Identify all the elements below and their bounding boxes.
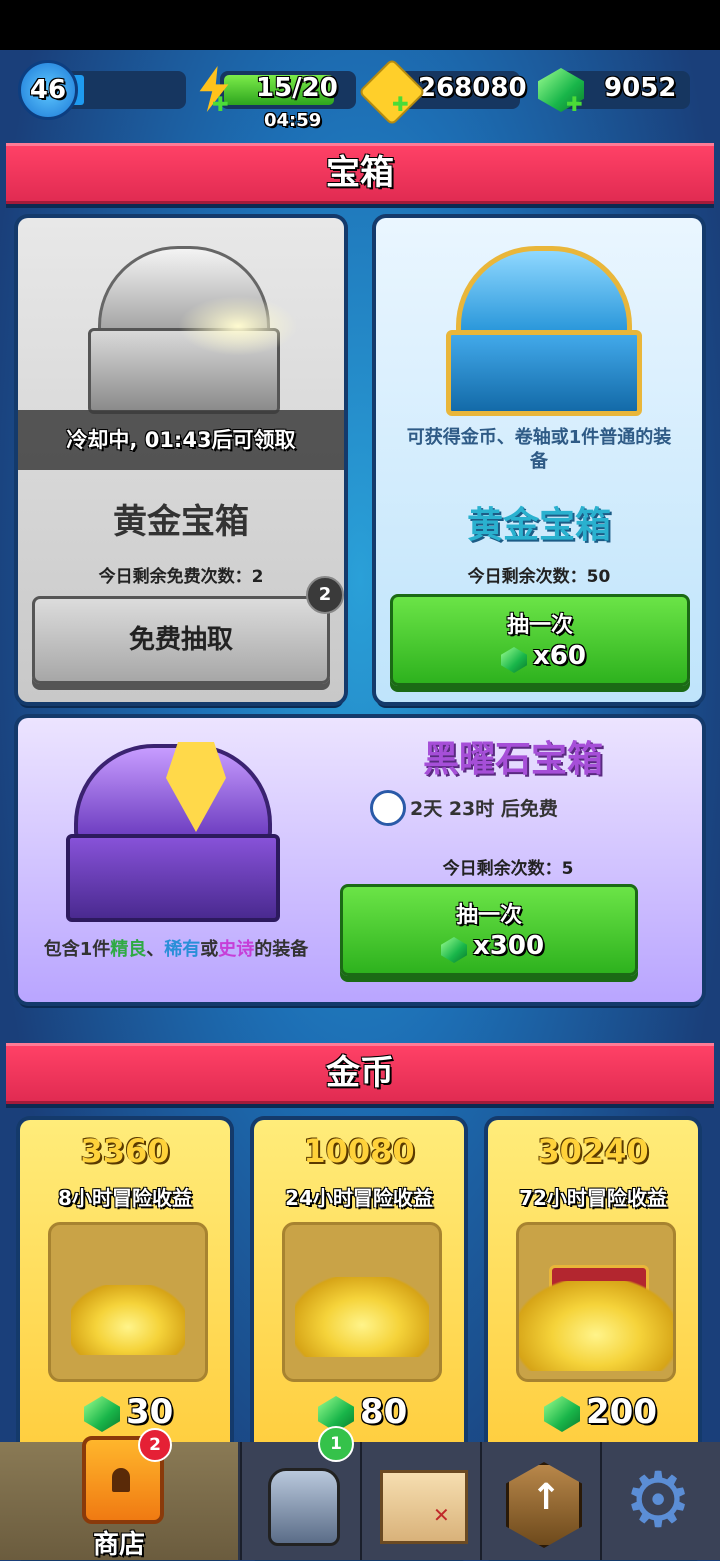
- desc-fine: 精良: [110, 939, 147, 960]
- coin-image-box: [282, 1222, 442, 1382]
- gold-chest-image: [446, 240, 642, 416]
- gold-value: 268080: [418, 73, 527, 103]
- obsidian-timer: 2天 23时 后免费: [410, 798, 558, 820]
- gem-icon: [501, 647, 527, 673]
- upgrade-arrow-icon: ↑: [506, 1462, 582, 1548]
- clock-icon: [370, 790, 406, 826]
- gold-chest-card: 可获得金币、卷轴或1件普通的装备 黄金宝箱 今日剩余次数：50 抽一次 x60: [376, 218, 702, 702]
- chests-title: 宝箱: [326, 153, 394, 193]
- coin-amount: 10080: [303, 1132, 415, 1170]
- gear-icon: ⚙: [624, 1455, 693, 1544]
- level-badge[interactable]: 46: [18, 60, 78, 120]
- free-count-badge-text: 2: [318, 584, 332, 605]
- nav-settings[interactable]: ⚙: [600, 1442, 720, 1560]
- desc-prefix: 包含1件: [43, 939, 111, 960]
- lock-icon: [112, 1468, 130, 1492]
- energy-bar[interactable]: 15/20: [220, 71, 356, 109]
- coin-price: 80: [360, 1392, 408, 1432]
- coin-label-text: 8小时冒险收益: [58, 1186, 192, 1210]
- status-bar: [0, 0, 720, 50]
- desc-suffix: 的装备: [254, 939, 309, 960]
- gold-pile-icon: [71, 1285, 185, 1355]
- desc-sep: 、: [146, 939, 165, 960]
- equipment-badge: 1: [318, 1426, 354, 1462]
- level-value: 46: [29, 75, 67, 105]
- coin-label: 24小时冒险收益: [254, 1182, 464, 1211]
- obsidian-chest-image: [66, 738, 280, 922]
- silver-chest-image: [88, 236, 298, 414]
- coin-price: 200: [586, 1392, 657, 1432]
- coin-label: 72小时冒险收益: [488, 1182, 698, 1211]
- shop-badge-text: 2: [149, 1435, 161, 1455]
- nav-shop[interactable]: 2 商店: [0, 1428, 238, 1560]
- gem-icon: [544, 1396, 580, 1432]
- obsidian-chest-card: 黑曜石宝箱 2天 23时 后免费 今日剩余次数：5 抽一次 x300 包含1件精…: [18, 718, 702, 1002]
- add-gold-icon[interactable]: ✚: [392, 92, 409, 116]
- gold-chest-name: 黄金宝箱: [466, 505, 611, 546]
- free-draw-button[interactable]: 免费抽取: [32, 596, 330, 684]
- energy-value: 15/20: [256, 73, 338, 103]
- coins-banner: 金币: [6, 1043, 714, 1104]
- coin-amount: 30240: [537, 1132, 649, 1170]
- gold-chest-desc: 可获得金币、卷轴或1件普通的装备: [406, 427, 672, 472]
- silver-chest-card: 冷却中, 01:43后可领取 黄金宝箱 今日剩余免费次数：2 免费抽取 2: [18, 218, 344, 702]
- cooldown-overlay: 冷却中, 01:43后可领取: [18, 410, 344, 470]
- silver-chest-name: 黄金宝箱: [113, 502, 249, 542]
- armor-icon: [268, 1468, 340, 1546]
- gold-pile-icon: [295, 1277, 429, 1357]
- obsidian-draw-price: x300: [473, 931, 545, 961]
- add-energy-icon[interactable]: ✚: [212, 92, 229, 116]
- coin-image-box: [516, 1222, 676, 1382]
- gold-draw-label: 抽一次: [506, 613, 573, 638]
- gold-draw-price: x60: [533, 641, 586, 671]
- shop-badge: 2: [138, 1428, 172, 1462]
- shop-label: 商店: [92, 1530, 145, 1560]
- coin-label-text: 72小时冒险收益: [519, 1186, 667, 1210]
- silver-free-remaining: 今日剩余免费次数：2: [98, 567, 264, 587]
- map-icon: ✕: [380, 1470, 468, 1544]
- obsidian-remaining: 今日剩余次数：5: [442, 859, 574, 879]
- cooldown-text: 冷却中, 01:43后可领取: [66, 428, 296, 452]
- obsidian-desc: 包含1件精良、稀有或史诗的装备: [26, 938, 326, 962]
- coins-title: 金币: [326, 1053, 394, 1093]
- gem-icon: [441, 937, 467, 963]
- coin-price: 30: [126, 1392, 174, 1432]
- free-count-badge: 2: [306, 576, 344, 614]
- desc-rare: 稀有: [164, 939, 201, 960]
- chests-banner: 宝箱: [6, 143, 714, 204]
- equipment-badge-text: 1: [330, 1434, 342, 1454]
- obsidian-draw-button[interactable]: 抽一次 x300: [340, 884, 638, 976]
- gem-icon: [84, 1396, 120, 1432]
- energy-timer: 04:59: [264, 110, 322, 131]
- desc-epic: 史诗: [218, 939, 255, 960]
- coin-image-box: [48, 1222, 208, 1382]
- free-draw-label: 免费抽取: [128, 625, 233, 655]
- nav-equipment[interactable]: 1: [240, 1426, 360, 1560]
- obsidian-chest-name: 黑曜石宝箱: [422, 739, 603, 780]
- gold-draw-button[interactable]: 抽一次 x60: [390, 594, 690, 686]
- nav-map[interactable]: ✕: [360, 1442, 480, 1560]
- nav-upgrade[interactable]: ↑: [480, 1442, 600, 1560]
- desc-or: 或: [200, 939, 219, 960]
- coin-amount: 3360: [80, 1132, 170, 1170]
- obsidian-draw-label: 抽一次: [455, 903, 522, 928]
- gold-pile-icon: [519, 1281, 673, 1371]
- add-gem-icon[interactable]: ✚: [566, 92, 583, 116]
- coin-label: 8小时冒险收益: [20, 1182, 230, 1211]
- gem-value: 9052: [604, 73, 677, 103]
- gold-remaining: 今日剩余次数：50: [467, 567, 611, 587]
- coin-label-text: 24小时冒险收益: [285, 1186, 433, 1210]
